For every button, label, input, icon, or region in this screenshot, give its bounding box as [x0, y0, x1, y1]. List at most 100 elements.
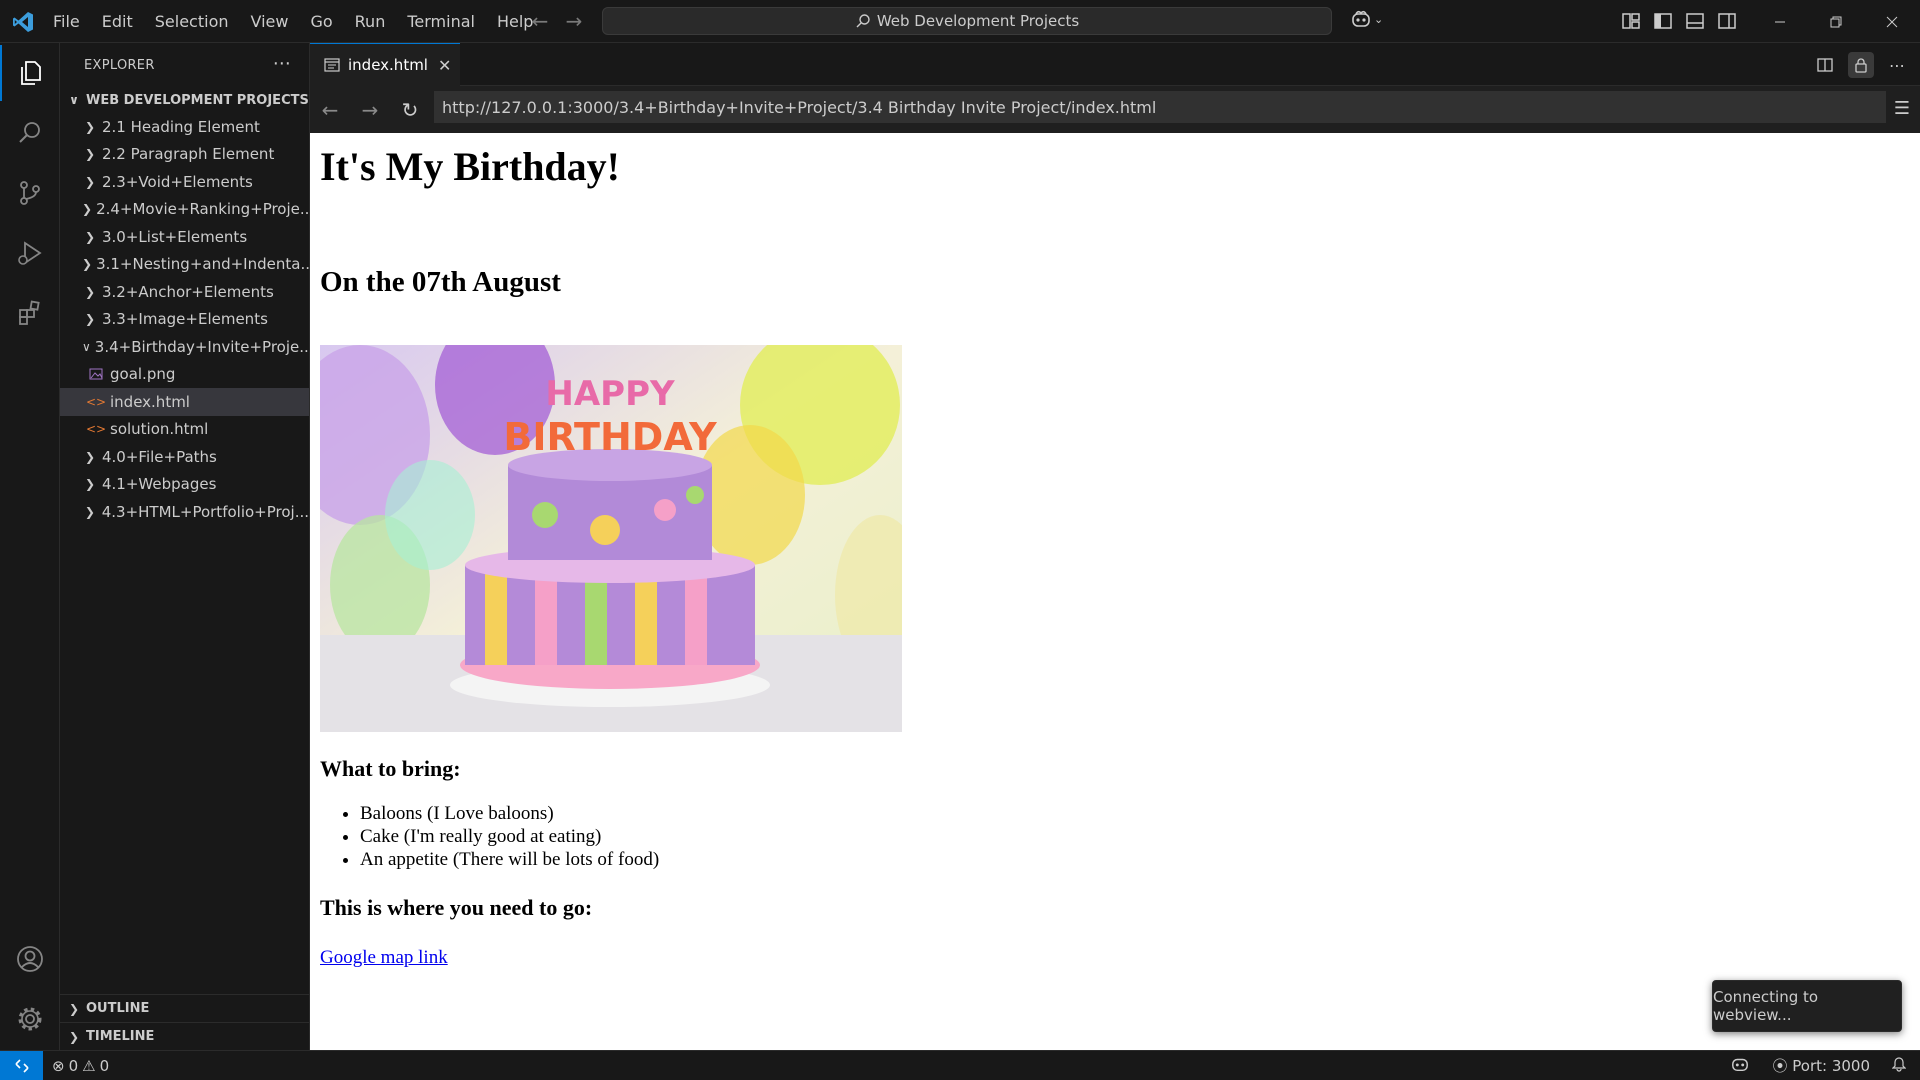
hamburger-menu-icon[interactable]: ☰	[1894, 98, 1910, 119]
menu-bar: File Edit Selection View Go Run Terminal…	[42, 0, 544, 43]
tree-folder-open[interactable]: ∨ 3.4+Birthday+Invite+Proje...	[60, 333, 309, 361]
split-editor-icon[interactable]	[1812, 52, 1838, 78]
accounts-activity[interactable]	[0, 931, 60, 987]
tree-folder[interactable]: ❯ 3.3+Image+Elements	[60, 306, 309, 334]
tree-label: 2.1 Heading Element	[102, 117, 260, 136]
tree-folder[interactable]: ❯ 2.1 Heading Element	[60, 113, 309, 141]
tree-label: 2.4+Movie+Ranking+Proje...	[96, 200, 309, 219]
problems-indicator[interactable]: ⊗ 0 ⚠ 0	[52, 1051, 109, 1080]
tree-folder[interactable]: ❯ 2.3+Void+Elements	[60, 168, 309, 196]
warning-icon: ⚠	[82, 1056, 96, 1075]
project-title: WEB DEVELOPMENT PROJECTS	[86, 92, 309, 108]
port-status[interactable]: ⦿ Port: 3000	[1772, 1055, 1870, 1076]
timeline-section[interactable]: ❯ TIMELINE	[60, 1022, 309, 1050]
tree-folder[interactable]: ❯ 4.1+Webpages	[60, 471, 309, 499]
toggle-secondary-sidebar-icon[interactable]	[1716, 10, 1738, 32]
minimize-icon[interactable]	[1752, 0, 1808, 43]
tree-label: solution.html	[110, 420, 209, 439]
browser-forward-icon[interactable]: →	[358, 98, 382, 122]
restore-icon[interactable]	[1808, 0, 1864, 43]
tree-label: index.html	[110, 392, 190, 411]
search-text: Web Development Projects	[876, 12, 1080, 30]
manage-activity[interactable]	[0, 991, 60, 1047]
tab-label: index.html	[348, 56, 428, 74]
title-bar: File Edit Selection View Go Run Terminal…	[0, 0, 1920, 43]
tree-label: 4.0+File+Paths	[102, 447, 217, 466]
html-file-icon: <>	[85, 394, 107, 409]
outline-section[interactable]: ❯ OUTLINE	[60, 994, 309, 1022]
menu-file[interactable]: File	[42, 0, 91, 43]
menu-selection[interactable]: Selection	[144, 0, 240, 43]
menu-run[interactable]: Run	[344, 0, 397, 43]
chevron-right-icon: ❯	[84, 477, 96, 492]
close-window-icon[interactable]	[1864, 0, 1920, 43]
chevron-right-icon: ❯	[84, 229, 96, 244]
tree-folder[interactable]: ❯ 4.3+HTML+Portfolio+Proj...	[60, 498, 309, 526]
chevron-right-icon: ❯	[68, 1001, 80, 1016]
menu-go[interactable]: Go	[299, 0, 343, 43]
toggle-primary-sidebar-icon[interactable]	[1652, 10, 1674, 32]
project-section-header[interactable]: ∨ WEB DEVELOPMENT PROJECTS	[60, 87, 309, 113]
back-arrow-icon[interactable]: ←	[528, 9, 552, 33]
tree-label: 3.3+Image+Elements	[102, 310, 268, 329]
bell-icon[interactable]	[1891, 1056, 1907, 1076]
timeline-title: TIMELINE	[86, 1029, 155, 1044]
status-bar: ⊗ 0 ⚠ 0 ⦿ Port: 3000	[0, 1050, 1920, 1080]
list-item: Baloons (I Love baloons)	[360, 802, 902, 825]
preview-icon	[324, 58, 340, 72]
account-icon	[17, 946, 43, 972]
run-debug-icon	[18, 241, 42, 265]
close-tab-icon[interactable]: ✕	[438, 56, 451, 75]
chevron-right-icon: ❯	[82, 202, 93, 217]
image-file-icon	[88, 368, 104, 380]
explorer-activity[interactable]	[0, 45, 60, 101]
run-debug-activity[interactable]	[0, 225, 60, 281]
port-label: Port: 3000	[1792, 1057, 1870, 1075]
chevron-right-icon: ❯	[84, 119, 96, 134]
tree-label: 2.2 Paragraph Element	[102, 145, 275, 164]
tree-folder[interactable]: ❯ 3.0+List+Elements	[60, 223, 309, 251]
forward-arrow-icon[interactable]: →	[562, 9, 586, 33]
lock-icon[interactable]	[1848, 52, 1874, 78]
tree-file[interactable]: goal.png	[60, 361, 309, 389]
gear-icon	[18, 1007, 42, 1031]
menu-terminal[interactable]: Terminal	[396, 0, 486, 43]
search-activity[interactable]	[0, 105, 60, 161]
tab-index-html[interactable]: index.html ✕	[310, 43, 460, 86]
menu-view[interactable]: View	[240, 0, 300, 43]
svg-text:BIRTHDAY: BIRTHDAY	[503, 415, 717, 459]
reload-icon[interactable]: ↻	[398, 98, 422, 122]
tree-folder[interactable]: ❯ 2.4+Movie+Ranking+Proje...	[60, 196, 309, 224]
customize-layout-icon[interactable]	[1620, 10, 1642, 32]
browser-back-icon[interactable]: ←	[318, 98, 342, 122]
tree-folder[interactable]: ❯ 2.2 Paragraph Element	[60, 141, 309, 169]
tree-folder[interactable]: ❯ 3.2+Anchor+Elements	[60, 278, 309, 306]
extensions-activity[interactable]	[0, 285, 60, 341]
tree-folder[interactable]: ❯ 3.1+Nesting+and+Indenta...	[60, 251, 309, 279]
tree-file-selected[interactable]: <> index.html	[60, 388, 309, 416]
google-map-link[interactable]: Google map link	[320, 947, 448, 969]
copilot-menu[interactable]: ⌄	[1350, 9, 1383, 29]
more-actions-icon[interactable]: ⋯	[273, 53, 291, 74]
more-actions-icon[interactable]: ⋯	[1884, 52, 1910, 78]
copilot-icon	[1352, 10, 1370, 27]
activity-bar	[0, 43, 60, 1050]
copilot-status-icon[interactable]	[1730, 1055, 1750, 1077]
tree-label: 4.1+Webpages	[102, 475, 217, 494]
menu-edit[interactable]: Edit	[91, 0, 144, 43]
command-center-search[interactable]: Web Development Projects	[602, 7, 1332, 35]
url-input[interactable]: http://127.0.0.1:3000/3.4+Birthday+Invit…	[434, 91, 1886, 123]
bring-list: Baloons (I Love baloons) Cake (I'm reall…	[320, 802, 902, 871]
tree-folder[interactable]: ❯ 4.0+File+Paths	[60, 443, 309, 471]
source-control-activity[interactable]	[0, 165, 60, 221]
remote-indicator-icon[interactable]	[0, 1051, 43, 1080]
chevron-right-icon: ❯	[84, 147, 96, 162]
explorer-header: EXPLORER ⋯	[60, 43, 309, 87]
tree-file[interactable]: <> solution.html	[60, 416, 309, 444]
sidebar-panels: ❯ OUTLINE ❯ TIMELINE	[60, 994, 309, 1050]
toggle-panel-icon[interactable]	[1684, 10, 1706, 32]
explorer-title: EXPLORER	[84, 57, 155, 73]
bring-heading: What to bring:	[320, 756, 461, 781]
location-heading: This is where you need to go:	[320, 895, 593, 920]
history-nav: ← →	[528, 9, 586, 33]
